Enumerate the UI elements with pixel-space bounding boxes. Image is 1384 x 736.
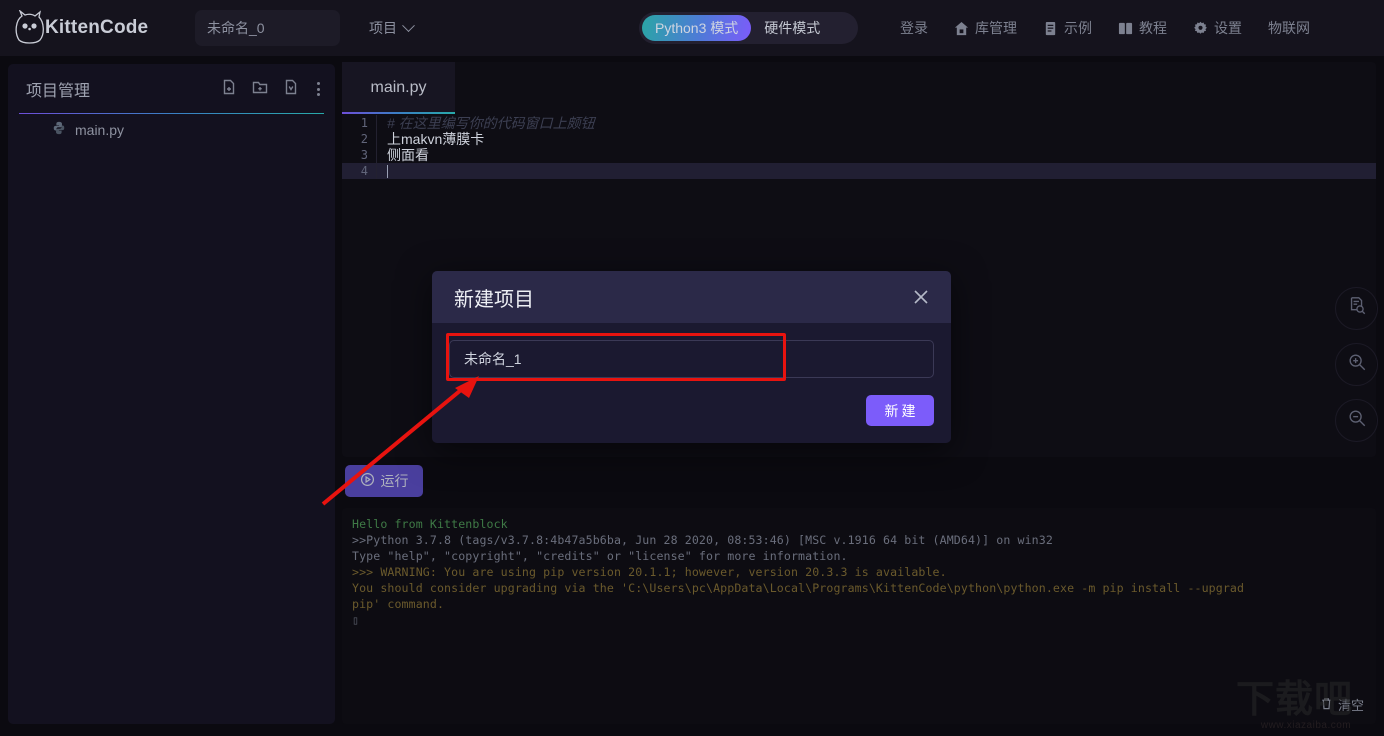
project-name-field[interactable]: 未命名_0 [195,10,340,46]
console-line: You should consider upgrading via the 'C… [352,581,1245,595]
zoom-in-icon [1347,352,1367,377]
sidebar-title: 项目管理 [26,83,91,100]
header-nav: 登录 库管理 示例 教程 设置 物联网 [900,0,1310,56]
tab-main-py[interactable]: main.py [342,62,455,114]
sidebar-divider [19,112,324,114]
dialog-header: 新建项目 [432,271,951,323]
console-cursor: ▯ [352,613,360,627]
nav-item-iot[interactable]: 物联网 [1268,18,1310,38]
document-icon [1043,21,1058,36]
nav-label: 物联网 [1268,20,1310,36]
close-icon[interactable] [911,287,931,307]
dialog-title: 新建项目 [454,288,534,311]
code-text: 侧面看 [387,147,429,163]
kittencode-window: KittenCode 未命名_0 项目 Python3 模式 硬件模式 登录 库… [0,0,1384,736]
code-line[interactable]: 3 侧面看 [342,147,1376,163]
nav-label: 库管理 [975,20,1017,36]
code-area[interactable]: 1 # 在这里编写你的代码窗口上颇钮 2 上makvn薄膜卡 3 侧面看 4 [342,114,1376,179]
new-folder-icon[interactable] [237,79,268,100]
clear-console-button[interactable]: 清空 [1320,695,1364,714]
create-project-button[interactable]: 新建 [866,395,934,426]
console-line: pip' command. [352,597,445,611]
import-file-icon[interactable] [268,79,299,100]
editor-tabbar: main.py [342,62,1376,114]
project-name-value: 未命名_0 [207,20,265,36]
nav-item-library[interactable]: 库管理 [954,18,1017,38]
sidebar-header: 项目管理 [8,64,335,114]
play-circle-icon [360,472,375,490]
code-line[interactable]: 1 # 在这里编写你的代码窗口上颇钮 [342,115,1376,131]
editor-tool-strip [1335,287,1378,455]
tab-label: main.py [370,79,427,96]
new-file-icon[interactable] [206,79,237,100]
find-in-file-button[interactable] [1335,287,1378,330]
nav-label: 教程 [1139,20,1167,36]
zoom-out-button[interactable] [1335,399,1378,442]
gutter-divider [376,163,377,179]
code-line[interactable]: 2 上makvn薄膜卡 [342,131,1376,147]
project-menu[interactable]: 项目 [369,18,415,38]
nav-label: 登录 [900,20,928,36]
project-menu-label: 项目 [369,20,397,36]
console-line: >>Python 3.7.8 (tags/v3.7.8:4b47a5b6ba, … [352,533,1053,547]
console-line: Type "help", "copyright", "credits" or "… [352,549,848,563]
line-number: 3 [360,148,368,162]
python-file-icon [52,121,66,138]
file-name: main.py [75,121,125,138]
tab-hardware-mode[interactable]: 硬件模式 [751,15,833,41]
dialog-body: 新建 [432,323,951,443]
line-number: 1 [360,116,368,130]
project-sidebar: 项目管理 main.py [8,64,335,724]
nav-item-examples[interactable]: 示例 [1043,18,1092,38]
line-number: 4 [360,164,368,178]
line-number: 2 [360,132,368,146]
brand-name: KittenCode [45,17,149,38]
home-icon [954,21,969,36]
find-in-file-icon [1347,296,1367,321]
zoom-out-icon [1347,408,1367,433]
nav-item-settings[interactable]: 设置 [1193,18,1242,38]
gear-icon [1193,21,1208,36]
nav-item-login[interactable]: 登录 [900,18,928,38]
trash-icon [1320,697,1333,713]
code-line[interactable]: 4 [342,163,1376,179]
clear-console-label: 清空 [1337,698,1364,713]
run-button[interactable]: 运行 [345,465,423,497]
app-header: KittenCode 未命名_0 项目 Python3 模式 硬件模式 登录 库… [0,0,1384,56]
nav-item-tutorial[interactable]: 教程 [1118,18,1167,38]
mode-switch: Python3 模式 硬件模式 [639,12,858,44]
more-menu-icon[interactable] [317,82,321,96]
console-output[interactable]: Hello from Kittenblock >>Python 3.7.8 (t… [342,508,1376,724]
run-button-label: 运行 [380,473,409,489]
console-line: >>> WARNING: You are using pip version 2… [352,565,947,579]
new-project-dialog: 新建项目 新建 [432,271,951,443]
zoom-in-button[interactable] [1335,343,1378,386]
brand: KittenCode [12,8,162,46]
project-name-input[interactable] [449,340,934,378]
list-item[interactable]: main.py [8,114,335,145]
tab-python3-mode[interactable]: Python3 模式 [642,15,752,41]
text-caret [387,164,388,178]
chevron-down-icon [402,18,415,32]
console-line: Hello from Kittenblock [352,517,508,531]
nav-label: 设置 [1214,20,1242,36]
book-icon [1118,21,1133,36]
nav-label: 示例 [1064,20,1092,36]
